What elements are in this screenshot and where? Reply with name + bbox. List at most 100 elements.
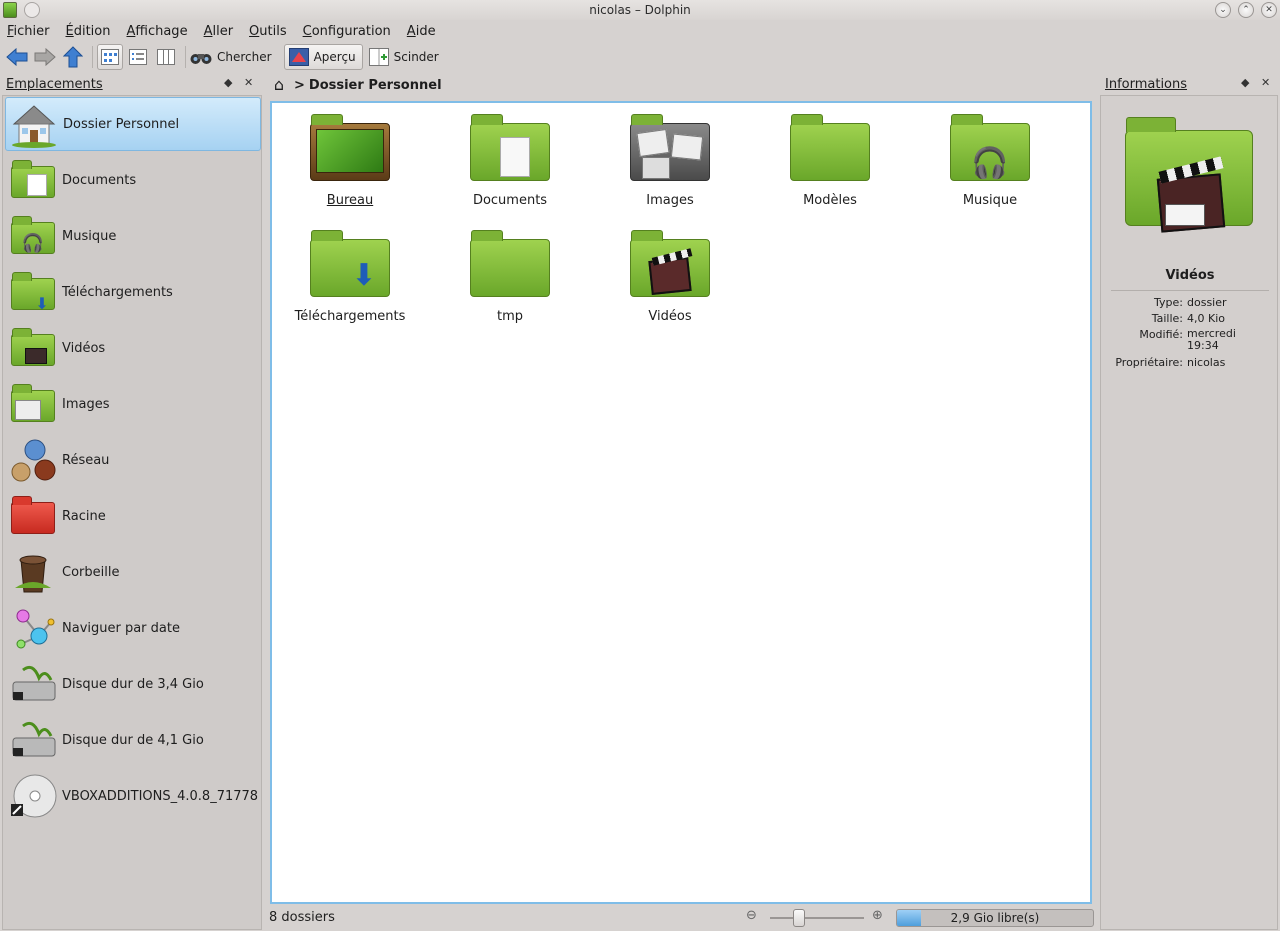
place-dossier-personnel[interactable]: Dossier Personnel bbox=[5, 97, 261, 151]
place-label: Racine bbox=[62, 508, 106, 524]
menu-outils[interactable]: Outils bbox=[249, 24, 287, 39]
harddisk-icon bbox=[9, 660, 57, 708]
place-label: VBOXADDITIONS_4.0.8_71778 bbox=[62, 788, 259, 804]
view-columns-icon bbox=[157, 49, 175, 65]
folder-documents-icon bbox=[9, 156, 57, 204]
menu-configuration[interactable]: Configuration bbox=[303, 24, 391, 39]
place-disque-dur-4-1[interactable]: Disque dur de 4,1 Gio bbox=[5, 713, 261, 767]
info-value: nicolas bbox=[1187, 356, 1226, 369]
free-space-label: 2,9 Gio libre(s) bbox=[950, 911, 1040, 925]
place-label: Naviguer par date bbox=[62, 620, 180, 636]
menu-bar: Fichier Édition Affichage Aller Outils C… bbox=[0, 20, 1280, 42]
breadcrumb-current[interactable]: Dossier Personnel bbox=[309, 78, 442, 93]
icons-view-button[interactable] bbox=[97, 44, 123, 70]
info-item-name: Vidéos bbox=[1165, 268, 1215, 283]
info-divider bbox=[1111, 290, 1269, 291]
info-key: Type: bbox=[1154, 296, 1183, 309]
place-disque-dur-3-4[interactable]: Disque dur de 3,4 Gio bbox=[5, 657, 261, 711]
menu-edition[interactable]: Édition bbox=[66, 24, 111, 39]
zoom-slider-handle[interactable] bbox=[793, 909, 805, 927]
file-item-documents[interactable]: Documents bbox=[445, 107, 575, 215]
columns-view-button[interactable] bbox=[153, 44, 179, 70]
folder-music-icon: 🎧 bbox=[9, 212, 57, 260]
split-view-icon bbox=[368, 48, 389, 66]
place-telechargements[interactable]: ⬇ Téléchargements bbox=[5, 265, 261, 319]
file-item-name: tmp bbox=[496, 309, 523, 324]
place-label: Vidéos bbox=[62, 340, 106, 356]
folder-desktop-icon bbox=[310, 111, 390, 191]
place-images[interactable]: Images bbox=[5, 377, 261, 431]
view-icons-icon bbox=[101, 49, 119, 65]
close-button[interactable]: ✕ bbox=[1261, 2, 1277, 18]
file-item-images[interactable]: Images bbox=[605, 107, 735, 215]
toolbar-separator bbox=[92, 46, 93, 68]
arrow-left-icon bbox=[6, 48, 28, 66]
timeline-icon bbox=[9, 604, 57, 652]
zoom-out-icon[interactable]: ⊖ bbox=[746, 908, 757, 923]
folder-templates-icon bbox=[790, 111, 870, 191]
search-button[interactable]: Chercher bbox=[190, 44, 278, 70]
window-title: nicolas – Dolphin bbox=[589, 3, 691, 17]
up-button[interactable] bbox=[60, 44, 86, 70]
place-label: Réseau bbox=[62, 452, 110, 468]
places-panel-title: Emplacements bbox=[6, 76, 103, 92]
file-item-modeles[interactable]: Modèles bbox=[765, 107, 895, 215]
file-item-bureau[interactable]: Bureau bbox=[285, 107, 415, 215]
forward-button[interactable] bbox=[32, 44, 58, 70]
folder-videos-icon bbox=[1125, 114, 1255, 244]
float-panel-icon[interactable]: ◆ bbox=[1241, 76, 1249, 89]
folder-downloads-icon: ⬇ bbox=[310, 227, 390, 307]
zoom-slider-track[interactable] bbox=[770, 917, 864, 919]
details-view-button[interactable] bbox=[125, 44, 151, 70]
folder-documents-icon bbox=[470, 111, 550, 191]
float-panel-icon[interactable]: ◆ bbox=[224, 76, 232, 89]
menu-aller[interactable]: Aller bbox=[204, 24, 233, 39]
maximize-button[interactable]: ⌃ bbox=[1238, 2, 1254, 18]
info-panel: Vidéos Type: dossier Taille: 4,0 Kio Mod… bbox=[1100, 95, 1278, 930]
info-panel-title: Informations bbox=[1105, 76, 1188, 92]
close-panel-icon[interactable]: ✕ bbox=[1261, 76, 1270, 89]
breadcrumb-home-icon[interactable]: ⌂ bbox=[268, 75, 290, 95]
breadcrumb-separator[interactable]: > bbox=[294, 78, 305, 93]
view-details-icon bbox=[129, 49, 147, 65]
place-label: Disque dur de 3,4 Gio bbox=[62, 676, 204, 692]
file-view[interactable]: Bureau Documents Images Modèles 🎧 Musiqu… bbox=[270, 101, 1092, 904]
minimize-button[interactable]: ⌄ bbox=[1215, 2, 1231, 18]
file-item-name: Téléchargements bbox=[294, 309, 406, 324]
trash-icon bbox=[9, 548, 57, 596]
file-item-tmp[interactable]: tmp bbox=[445, 223, 575, 331]
file-item-musique[interactable]: 🎧 Musique bbox=[925, 107, 1055, 215]
info-key: Modifié: bbox=[1139, 328, 1183, 341]
folder-images-icon bbox=[630, 111, 710, 191]
menu-aide[interactable]: Aide bbox=[407, 24, 436, 39]
optical-disc-icon bbox=[9, 772, 57, 820]
place-musique[interactable]: 🎧 Musique bbox=[5, 209, 261, 263]
split-view-button[interactable]: Scinder bbox=[368, 44, 445, 70]
menu-fichier[interactable]: Fichier bbox=[7, 24, 50, 39]
folder-downloads-icon: ⬇ bbox=[9, 268, 57, 316]
menu-affichage[interactable]: Affichage bbox=[126, 24, 187, 39]
place-videos[interactable]: Vidéos bbox=[5, 321, 261, 375]
folder-root-icon bbox=[9, 492, 57, 540]
file-item-videos[interactable]: Vidéos bbox=[605, 223, 735, 331]
preview-button[interactable]: Aperçu bbox=[283, 44, 363, 70]
search-button-label: Chercher bbox=[217, 50, 272, 64]
info-key: Taille: bbox=[1151, 312, 1183, 325]
place-racine[interactable]: Racine bbox=[5, 489, 261, 543]
place-documents[interactable]: Documents bbox=[5, 153, 261, 207]
preview-icon bbox=[288, 48, 309, 66]
close-panel-icon[interactable]: ✕ bbox=[244, 76, 253, 89]
place-vboxadditions[interactable]: VBOXADDITIONS_4.0.8_71778 bbox=[5, 769, 261, 823]
place-naviguer-par-date[interactable]: Naviguer par date bbox=[5, 601, 261, 655]
file-item-name: Vidéos bbox=[648, 309, 692, 324]
home-icon bbox=[10, 100, 58, 148]
back-button[interactable] bbox=[4, 44, 30, 70]
zoom-in-icon[interactable]: ⊕ bbox=[872, 908, 883, 923]
breadcrumb: ⌂ > Dossier Personnel bbox=[266, 73, 1092, 97]
place-corbeille[interactable]: Corbeille bbox=[5, 545, 261, 599]
place-label: Dossier Personnel bbox=[63, 116, 180, 132]
place-label: Images bbox=[62, 396, 110, 412]
file-item-telechargements[interactable]: ⬇ Téléchargements bbox=[285, 223, 415, 331]
place-reseau[interactable]: Réseau bbox=[5, 433, 261, 487]
place-label: Corbeille bbox=[62, 564, 120, 580]
